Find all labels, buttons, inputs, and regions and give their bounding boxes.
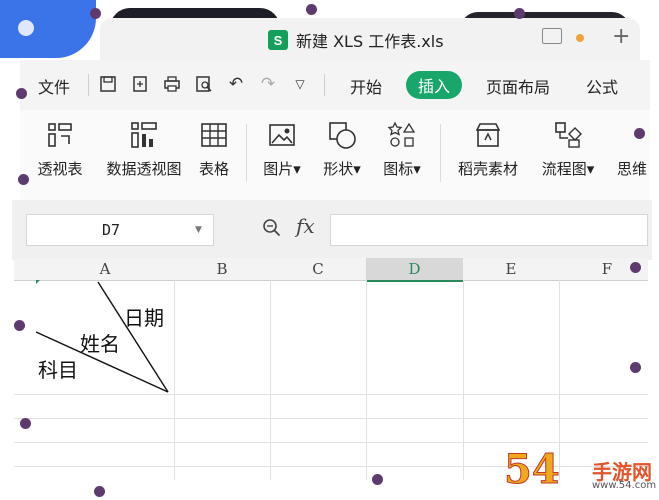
ribbon-label: 表格 [198,160,229,178]
shape-icon [316,118,368,152]
tab-home[interactable]: 开始 [350,74,382,98]
chevron-down-icon[interactable]: ▼ [195,225,213,235]
decor-bead [634,128,645,139]
quick-access-dropdown-icon[interactable]: ▽ [290,74,310,94]
ribbon-docer-material[interactable]: 稻壳素材 [452,118,524,179]
picture-icon [256,118,308,152]
ribbon-label: 图片▾ [263,160,301,178]
name-box[interactable]: D7 ▼ [26,214,214,246]
tab-insert[interactable]: 插入 [406,71,462,99]
grid-line [270,280,271,480]
ribbon-label: 透视表 [37,160,83,178]
menu-file[interactable]: 文件 [38,74,70,98]
column-header-e[interactable]: E [463,258,560,281]
zoom-search-icon[interactable] [262,218,282,243]
fx-function-icon[interactable]: fx [296,214,315,238]
monitor-icon[interactable] [542,28,562,44]
undo-icon[interactable]: ↶ [226,74,246,94]
cell-reference: D7 [101,221,121,239]
ribbon-label: 思维 [616,160,647,178]
decor-bead [94,486,105,497]
pivot-chart-icon [102,118,186,152]
ribbon-label: 稻壳素材 [457,160,518,178]
pivot-table-icon [30,118,90,152]
grid-line [14,418,648,419]
tab-formulas[interactable]: 公式 [586,74,618,98]
cell-a1-date-label: 日期 [124,306,164,330]
decor-dot [18,20,34,36]
column-header-b[interactable]: B [174,258,271,281]
tab-page-layout[interactable]: 页面布局 [486,74,550,98]
insert-ribbon: 透视表 数据透视图 表格 图片▾ 形状▾ 图标▾ 稻壳素材 流程图▾ 思维 [20,110,650,200]
ribbon-mindmap[interactable]: 思维 [612,118,652,179]
ribbon-pivot-table[interactable]: 透视表 [30,118,90,179]
redo-icon[interactable]: ↷ [258,74,278,94]
watermark-number: 54 [504,446,561,494]
mindmap-icon [612,118,652,152]
icon-library-icon [376,118,428,152]
ribbon-flowchart[interactable]: 流程图▾ [536,118,600,179]
menu-bar: 文件 ↶ ↷ ▽ 开始 插入 页面布局 公式 [20,60,650,110]
ribbon-label: 形状▾ [323,160,361,178]
status-dot-icon [576,34,584,42]
print-preview-icon[interactable] [194,74,214,94]
decor-bead [630,362,641,373]
cell-a1-subject-label: 科目 [38,358,78,382]
ribbon-label: 流程图▾ [541,160,595,178]
decor-bead [20,418,31,429]
decor-bead [372,474,383,485]
table-icon [194,118,234,152]
tab-title: 新建 XLS 工作表.xls [296,32,444,51]
ribbon-table[interactable]: 表格 [194,118,234,179]
decor-bead [306,4,317,15]
divider [440,124,441,182]
watermark-url: www.54.com [592,480,657,491]
ribbon-pivot-chart[interactable]: 数据透视图 [102,118,186,179]
tab-bar: S 新建 XLS 工作表.xls + [100,18,640,60]
grid-line [463,280,464,480]
column-header-d[interactable]: D [366,258,464,282]
flowchart-icon [536,118,600,152]
divider [324,74,325,96]
print-icon[interactable] [162,74,182,94]
tab-document[interactable]: S 新建 XLS 工作表.xls [268,20,568,60]
ribbon-picture[interactable]: 图片▾ [256,118,308,179]
column-header-c[interactable]: C [270,258,367,281]
column-header-a[interactable]: A [36,258,175,281]
decor-bead [16,88,27,99]
select-all-corner[interactable] [14,258,37,281]
save-icon[interactable] [98,74,118,94]
wps-sheet-icon: S [268,30,288,50]
cell-a1-name-label: 姓名 [80,332,120,356]
decor-bead [18,174,29,185]
decor-bead [14,320,25,331]
grid-line [366,280,367,480]
decor-bead [514,8,525,19]
site-watermark-logo: 54 手游网 www.54.com [500,440,659,500]
formula-bar: D7 ▼ fx [12,200,652,260]
ribbon-icon-library[interactable]: 图标▾ [376,118,428,179]
export-icon[interactable] [130,74,150,94]
ribbon-shape[interactable]: 形状▾ [316,118,368,179]
ribbon-label: 数据透视图 [106,160,182,178]
formula-input[interactable] [330,214,648,246]
divider [88,74,89,96]
decor-bead [90,8,101,19]
ribbon-label: 图标▾ [383,160,421,178]
divider [246,124,247,182]
decor-bead [630,262,641,273]
new-tab-icon[interactable]: + [612,24,630,49]
docer-material-icon [452,118,524,152]
